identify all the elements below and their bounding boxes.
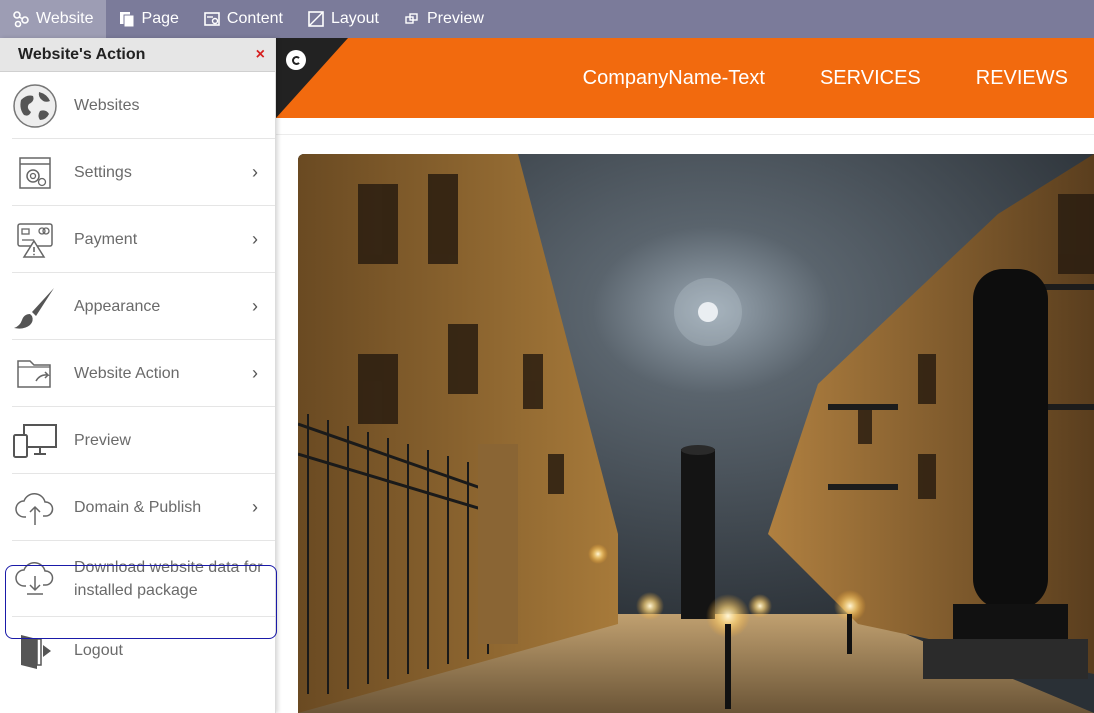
close-icon[interactable]: × (256, 46, 265, 64)
preview-icon (405, 13, 418, 24)
hero-image (298, 154, 1094, 713)
menu-item-label: Logout (74, 642, 123, 659)
toolbar-preview-tab[interactable]: Preview (391, 0, 496, 38)
toolbar-page-tab[interactable]: Page (106, 0, 191, 38)
menu-item-payment[interactable]: Payment › (0, 206, 275, 273)
menu-item-download-data[interactable]: Download website data for installed pack… (0, 541, 275, 617)
site-logo-icon[interactable] (286, 50, 306, 70)
panel-header: Website's Action × (0, 38, 275, 72)
cloud-download-icon (12, 556, 58, 602)
site-nav: CompanyName-Text SERVICES REVIEWS (583, 38, 1068, 118)
settings-window-icon (12, 150, 58, 196)
menu-item-label: Preview (74, 432, 131, 449)
menu-item-label: Websites (74, 97, 140, 114)
toolbar-content-label: Content (226, 10, 283, 27)
menu-item-website-action[interactable]: Website Action › (0, 340, 275, 407)
toolbar-layout-tab[interactable]: Layout (295, 0, 391, 38)
payment-card-icon (12, 217, 58, 263)
menu-item-label: Settings (74, 164, 132, 181)
toolbar-page-label: Page (141, 10, 179, 27)
toolbar-preview-label: Preview (426, 10, 484, 27)
sitemap-icon (13, 11, 29, 28)
menu-item-label: Appearance (74, 298, 161, 315)
chevron-right-icon: › (252, 296, 258, 316)
site-nav-reviews[interactable]: REVIEWS (976, 67, 1068, 90)
website-action-panel: Website's Action × Websites Settings › P… (0, 38, 276, 713)
menu-item-logout[interactable]: Logout (0, 617, 275, 684)
menu-item-websites[interactable]: Websites (0, 72, 275, 139)
pages-icon (119, 12, 135, 28)
cloud-upload-icon (12, 485, 58, 531)
folder-share-icon (12, 351, 58, 397)
menu-item-preview[interactable]: Preview (0, 407, 275, 474)
content-icon (204, 12, 220, 26)
logo-corner (276, 38, 348, 118)
menu-item-label: Website Action (74, 365, 180, 382)
globe-icon (12, 83, 58, 129)
toolbar-website-tab[interactable]: Website (0, 0, 106, 38)
site-nav-company[interactable]: CompanyName-Text (583, 67, 765, 90)
site-nav-services[interactable]: SERVICES (820, 67, 921, 90)
menu-item-label: Download website data for installed pack… (74, 559, 263, 599)
top-toolbar: Website Page Content Layout Preview (0, 0, 1094, 38)
action-menu: Websites Settings › Payment › Appearance… (0, 72, 275, 684)
header-divider (276, 134, 1094, 135)
panel-title: Website's Action (18, 45, 146, 63)
chevron-right-icon: › (252, 363, 258, 383)
chevron-right-icon: › (252, 162, 258, 182)
devices-icon (12, 418, 58, 464)
toolbar-content-tab[interactable]: Content (191, 0, 295, 38)
chevron-right-icon: › (252, 497, 258, 517)
toolbar-website-label: Website (36, 10, 94, 27)
night-street-photo (298, 154, 1094, 713)
menu-item-appearance[interactable]: Appearance › (0, 273, 275, 340)
menu-item-domain-publish[interactable]: Domain & Publish › (0, 474, 275, 541)
site-header: CompanyName-Text SERVICES REVIEWS (276, 38, 1094, 118)
chevron-right-icon: › (252, 229, 258, 249)
toolbar-layout-label: Layout (330, 10, 379, 27)
layout-icon (308, 11, 324, 27)
logout-door-icon (12, 628, 58, 674)
menu-item-settings[interactable]: Settings › (0, 139, 275, 206)
menu-item-label: Payment (74, 231, 138, 248)
paintbrush-icon (12, 284, 58, 330)
menu-item-label: Domain & Publish (74, 499, 202, 516)
